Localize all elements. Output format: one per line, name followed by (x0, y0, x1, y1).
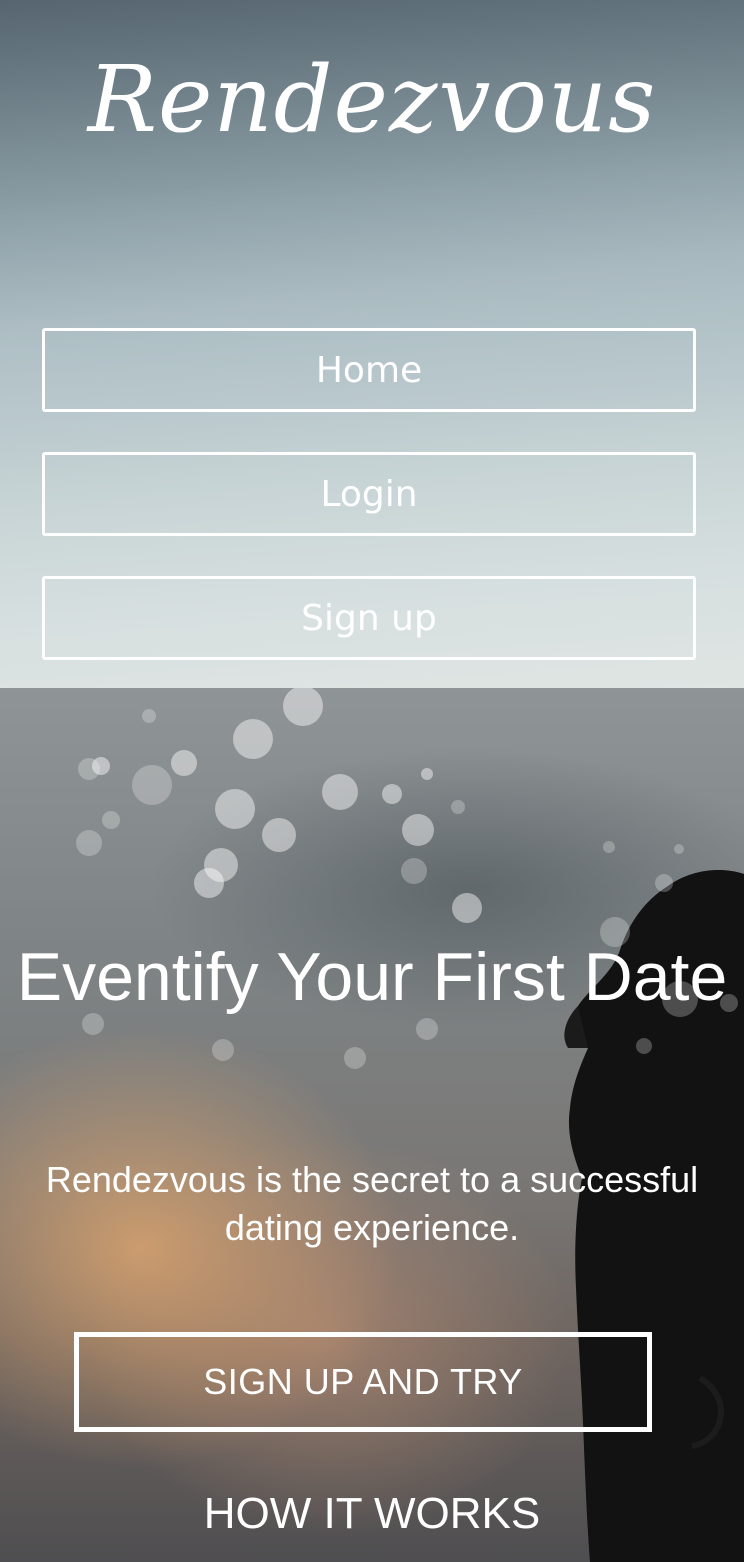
nav-login-button[interactable]: Login (42, 452, 696, 536)
bokeh-dot (322, 774, 358, 810)
bokeh-dot (92, 757, 110, 775)
bokeh-dot (401, 858, 427, 884)
bokeh-dot (76, 830, 102, 856)
bokeh-dot (402, 814, 434, 846)
bokeh-dot (132, 765, 172, 805)
bokeh-dot (603, 841, 615, 853)
nav-signup-button[interactable]: Sign up (42, 576, 696, 660)
bokeh-dot (636, 1038, 652, 1054)
bokeh-dot (233, 719, 273, 759)
hero-section: Eventify Your First Date Rendezvous is t… (0, 688, 744, 1562)
bokeh-dot (451, 800, 465, 814)
hero-subtitle: Rendezvous is the secret to a successful… (45, 1159, 699, 1248)
bokeh-dot (262, 818, 296, 852)
bokeh-dot (344, 1047, 366, 1069)
brand-logo[interactable]: Rendezvous (0, 40, 744, 160)
signup-and-try-button[interactable]: SIGN UP AND TRY (74, 1332, 652, 1432)
nav-login-label: Login (320, 473, 418, 515)
bokeh-dot (142, 709, 156, 723)
bokeh-dot (212, 1039, 234, 1061)
nav-home-label: Home (315, 349, 423, 391)
bokeh-dot (171, 750, 197, 776)
nav-section: Rendezvous Home Login Sign up (0, 0, 744, 688)
bokeh-dot (452, 893, 482, 923)
bokeh-dot (382, 784, 402, 804)
signup-and-try-label: SIGN UP AND TRY (203, 1361, 523, 1402)
nav-signup-label: Sign up (301, 597, 437, 639)
bokeh-dot (421, 768, 433, 780)
how-it-works-link[interactable]: HOW IT WORKS (0, 1484, 744, 1544)
bokeh-dot (194, 868, 224, 898)
bokeh-dot (655, 874, 673, 892)
bokeh-dot (674, 844, 684, 854)
bokeh-dot (102, 811, 120, 829)
nav-home-button[interactable]: Home (42, 328, 696, 412)
background-streak (0, 113, 744, 467)
hero-title: Eventify Your First Date (16, 939, 728, 1015)
bokeh-dot (215, 789, 255, 829)
